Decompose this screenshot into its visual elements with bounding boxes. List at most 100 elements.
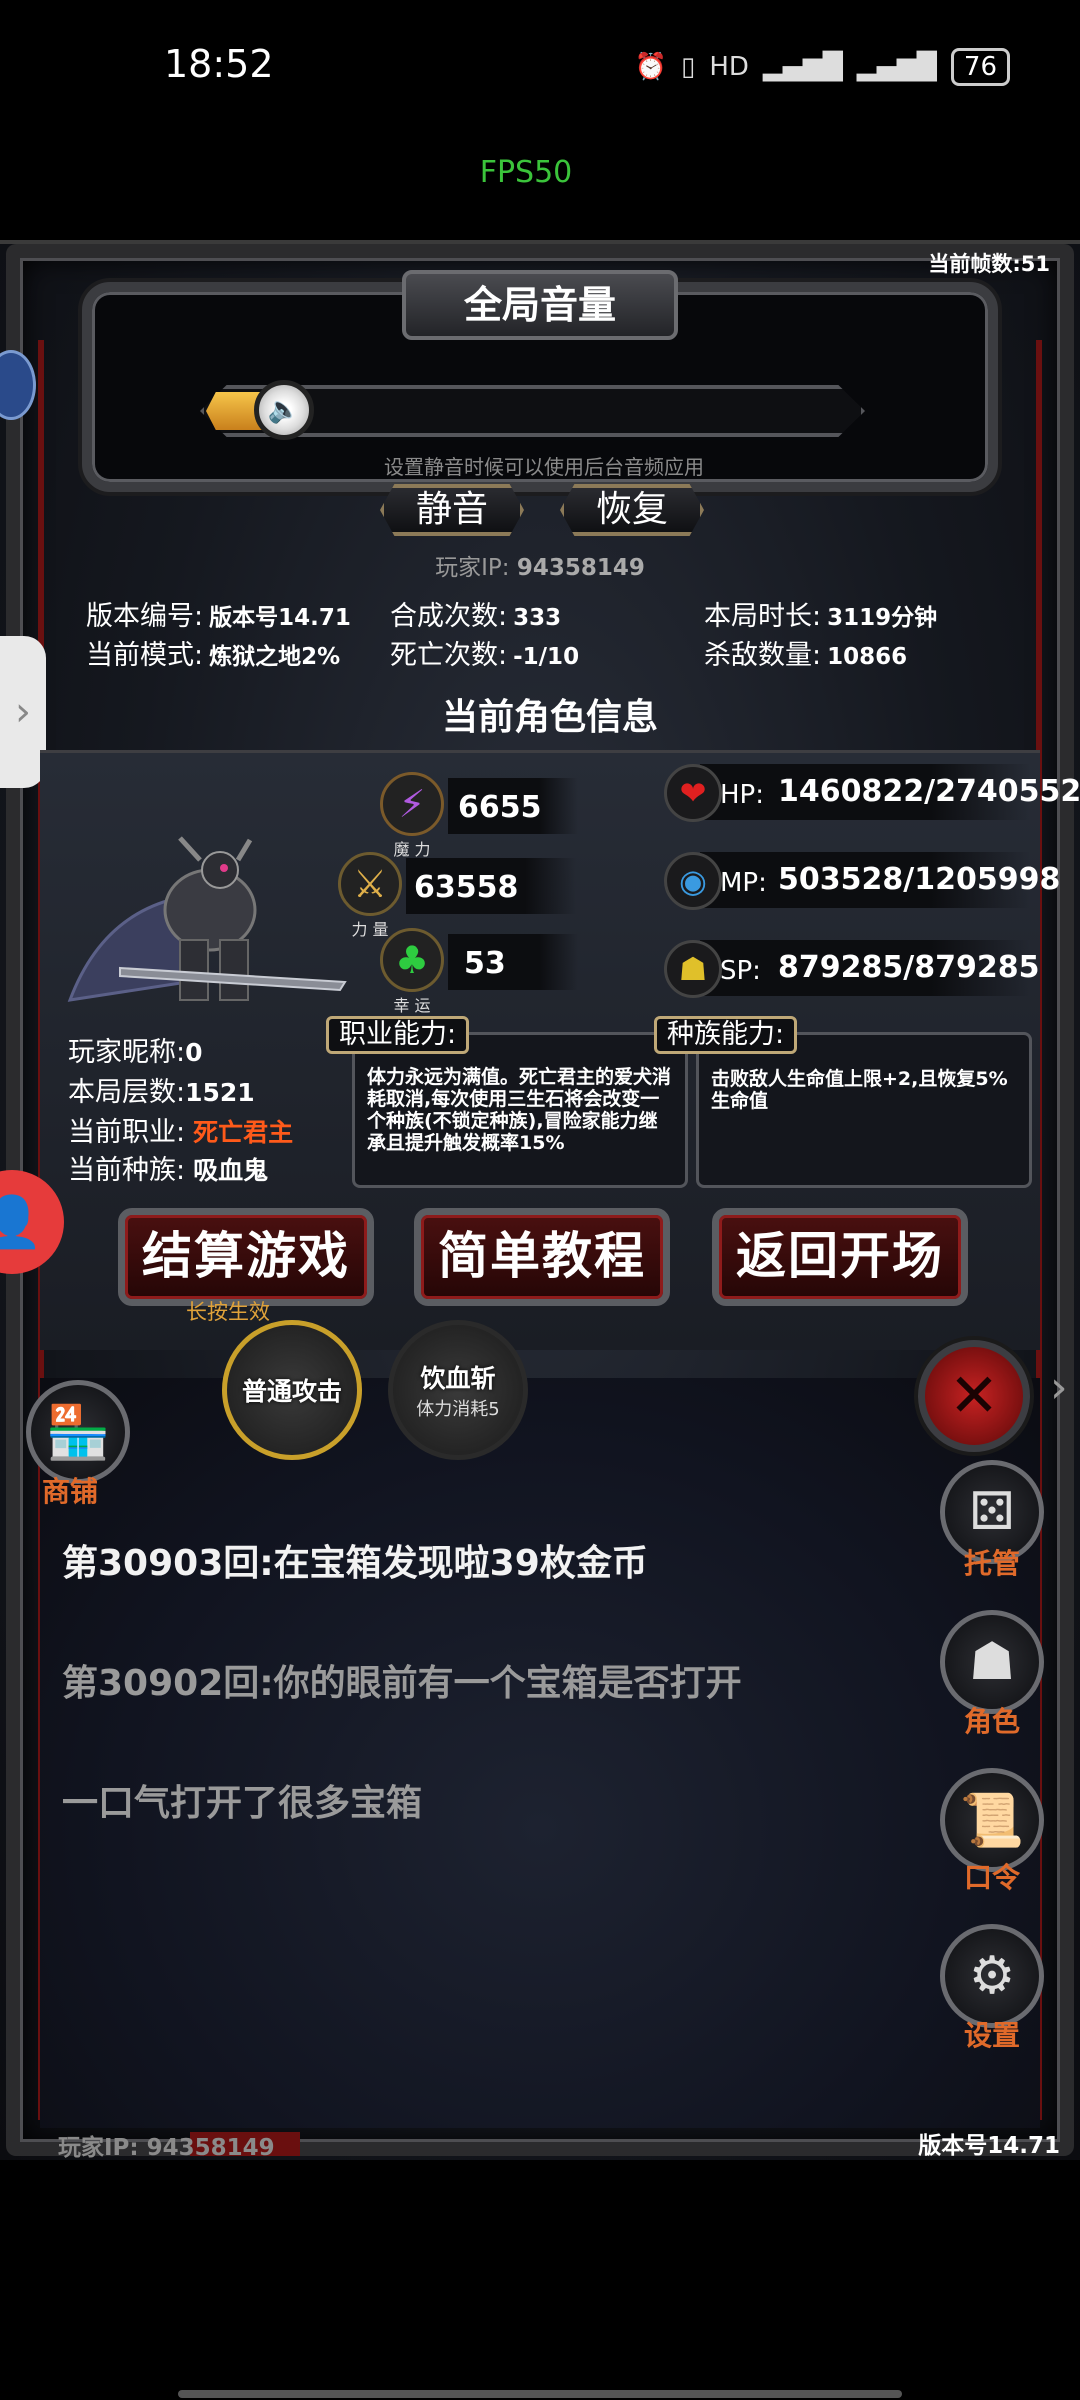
attr-luck-value: 53 <box>464 946 506 981</box>
shop-icon: 🏪 <box>45 1402 111 1463</box>
stat-mode: 当前模式: 炼狱之地2% <box>86 633 340 672</box>
log-line: 第30903回:在宝箱发现啦39枚金币 <box>62 1543 648 1584</box>
stat-duration-label: 本局时长: <box>704 601 822 632</box>
info-nickname-label: 玩家昵称: <box>68 1037 186 1068</box>
stat-kills-value: 10866 <box>827 644 908 670</box>
gear-icon: ⚙ <box>968 1946 1016 2006</box>
chevron-right-icon[interactable]: › <box>1050 1362 1068 1413</box>
back-to-start-button[interactable]: 返回开场 <box>712 1208 968 1306</box>
magic-icon: ⚡ <box>380 772 444 836</box>
mp-value: 503528/1205998 <box>778 862 1061 897</box>
code-label: 口令 <box>963 1861 1020 1894</box>
settings-button[interactable]: ⚙ <box>940 1924 1044 2028</box>
stat-version-label: 版本编号: <box>86 601 204 632</box>
hp-label: HP: <box>720 780 764 810</box>
job-ability-text: 体力永远为满值。死亡君主的爱犬消耗取消,每次使用三生石将会改变一个种族(不锁定种… <box>367 1066 672 1154</box>
speaker-icon[interactable]: 🔈 <box>254 380 314 440</box>
close-button[interactable]: ✕ <box>918 1340 1030 1452</box>
stat-synth-label: 合成次数: <box>390 601 508 632</box>
blood-slash-cost: 体力消耗5 <box>416 1399 500 1420</box>
job-ability-box: 体力永远为满值。死亡君主的爱犬消耗取消,每次使用三生石将会改变一个种族(不锁定种… <box>352 1032 688 1188</box>
volume-title: 全局音量 <box>402 270 678 340</box>
stat-duration: 本局时长: 3119分钟 <box>704 594 937 633</box>
info-race-label: 当前种族: <box>68 1155 186 1186</box>
mana-potion-icon: ◉ <box>664 852 722 910</box>
settings-label: 设置 <box>963 2019 1020 2052</box>
job-ability-tag: 职业能力: <box>326 1016 470 1054</box>
auto-battle-label: 托管 <box>963 1547 1020 1580</box>
race-ability-tag: 种族能力: <box>654 1016 798 1054</box>
player-ip-label: 玩家IP: <box>435 555 510 581</box>
race-ability-text: 击败敌人生命值上限+2,且恢复5%生命值 <box>711 1068 1008 1112</box>
shop-button[interactable]: 🏪 <box>26 1380 130 1484</box>
blood-slash-label: 饮血斩 <box>420 1364 496 1393</box>
log-line: 第30902回:你的眼前有一个宝箱是否打开 <box>62 1663 742 1704</box>
info-nickname: 玩家昵称:0 <box>68 1030 203 1069</box>
info-job-label: 当前职业: <box>68 1117 186 1148</box>
info-race-value: 吸血鬼 <box>193 1156 269 1185</box>
hp-value: 1460822/2740552 <box>778 774 1080 809</box>
attr-luck: ♣ 幸 运 <box>380 928 444 1016</box>
info-floors-value: 1521 <box>185 1078 255 1107</box>
attr-magic: ⚡ 魔 力 <box>380 772 444 860</box>
attr-strength-value: 63558 <box>414 870 519 905</box>
race-ability-box: 击败敌人生命值上限+2,且恢复5%生命值 <box>696 1032 1032 1188</box>
info-floors-label: 本局层数: <box>68 1077 186 1108</box>
stat-version: 版本编号: 版本号14.71 <box>86 594 351 633</box>
hooded-figure-icon: ☗ <box>968 1632 1016 1692</box>
stamina-icon: ☗ <box>664 940 722 998</box>
character-section-title: 当前角色信息 <box>441 697 658 738</box>
hd-icon: HD <box>709 52 749 82</box>
info-race: 当前种族: 吸血鬼 <box>68 1148 268 1187</box>
fps-counter: FPS50 <box>479 155 573 190</box>
signal-5g-2-icon: ▂▄▆█ <box>856 52 937 82</box>
strength-icon: ⚔ <box>338 852 402 916</box>
signal-5g-icon: ▂▄▆█ <box>762 52 843 82</box>
system-nav-bar <box>0 2160 1080 2400</box>
dice-icon: ⚄ <box>969 1482 1015 1542</box>
stat-kills-label: 杀敌数量: <box>704 640 822 671</box>
info-nickname-value: 0 <box>185 1038 203 1067</box>
current-frame-count: 当前帧数:51 <box>928 252 1050 276</box>
tutorial-button[interactable]: 简单教程 <box>414 1208 670 1306</box>
mp-label: MP: <box>720 868 767 898</box>
info-floors: 本局层数:1521 <box>68 1070 255 1109</box>
normal-attack-label: 普通攻击 <box>241 1377 342 1406</box>
mute-button[interactable]: 静音 <box>380 484 524 536</box>
stat-duration-value: 3119分钟 <box>827 605 938 631</box>
restore-button[interactable]: 恢复 <box>560 484 704 536</box>
player-ip: 玩家IP: 94358149 <box>0 548 1080 582</box>
stat-version-value: 版本号14.71 <box>209 605 351 631</box>
blood-slash-skill[interactable]: 饮血斩 体力消耗5 <box>388 1320 528 1460</box>
stat-death-value: -1/10 <box>513 644 580 670</box>
role-button[interactable]: ☗ <box>940 1610 1044 1714</box>
scroll-icon: 📜 <box>959 1790 1025 1851</box>
info-job: 当前职业: 死亡君主 <box>68 1110 293 1149</box>
stat-mode-label: 当前模式: <box>86 640 204 671</box>
shop-label: 商铺 <box>42 1475 99 1508</box>
status-time: 18:52 <box>164 42 274 86</box>
normal-attack-skill[interactable]: 普通攻击 <box>222 1320 362 1460</box>
stat-mode-value: 炼狱之地2% <box>209 644 341 670</box>
close-icon: ✕ <box>948 1361 1000 1431</box>
luck-clover-icon: ♣ <box>380 928 444 992</box>
status-icons: ⏰ ▯ HD ▂▄▆█ ▂▄▆█ 76 <box>635 48 1010 86</box>
footer-version: 版本号14.71 <box>918 2133 1060 2159</box>
sp-label: SP: <box>720 956 761 986</box>
attr-luck-label: 幸 运 <box>393 996 431 1015</box>
alarm-icon: ⏰ <box>634 52 668 82</box>
stat-kills: 杀敌数量: 10866 <box>704 633 907 672</box>
character-sprite <box>60 830 350 1020</box>
stat-death-label: 死亡次数: <box>390 640 508 671</box>
gesture-handle[interactable] <box>178 2390 902 2398</box>
heart-icon: ❤ <box>664 764 722 822</box>
attr-strength: ⚔ 力 量 <box>338 852 402 940</box>
sp-value: 879285/879285 <box>778 950 1040 985</box>
battery-indicator: 76 <box>950 48 1010 86</box>
stat-synth-value: 333 <box>513 605 562 631</box>
settle-game-button[interactable]: 结算游戏 <box>118 1208 374 1306</box>
battle-log-area <box>40 1378 1040 2128</box>
log-line: 一口气打开了很多宝箱 <box>62 1783 423 1824</box>
player-ip-value: 94358149 <box>516 555 645 581</box>
info-job-value: 死亡君主 <box>193 1118 294 1147</box>
